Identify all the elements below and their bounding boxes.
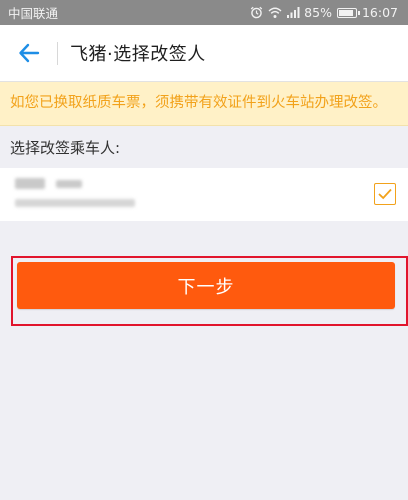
select-passenger-label: 选择改签乘车人: [10,138,121,157]
passenger-row[interactable] [0,168,408,221]
checkmark-icon [378,188,392,200]
notice-text: 如您已换取纸质车票，须携带有效证件到火车站办理改签。 [10,95,387,111]
passenger-detail-redacted [15,199,135,207]
alarm-icon [250,6,263,19]
passenger-checkbox[interactable] [374,183,396,205]
passenger-id-redacted [56,180,82,188]
back-button[interactable] [0,25,58,82]
next-step-button[interactable]: 下一步 [17,262,395,309]
section-label: 选择改签乘车人: [0,126,408,168]
wifi-icon [268,6,282,19]
back-arrow-icon [19,43,40,63]
paper-ticket-notice: 如您已换取纸质车票，须携带有效证件到火车站办理改签。 [0,82,408,126]
page-title: 飞猪·选择改签人 [70,44,206,65]
status-icons: 85% 16:07 [250,5,398,20]
clock: 16:07 [361,5,398,20]
nav-bar: 飞猪·选择改签人 [0,25,408,82]
carrier-name: 中国联通 [8,6,59,21]
signal-icon [286,6,300,19]
battery-icon [336,7,360,18]
passenger-name-redacted [15,178,45,189]
battery-percent: 85% [304,5,332,20]
status-bar: 中国联通 85% 16:07 [0,0,408,25]
